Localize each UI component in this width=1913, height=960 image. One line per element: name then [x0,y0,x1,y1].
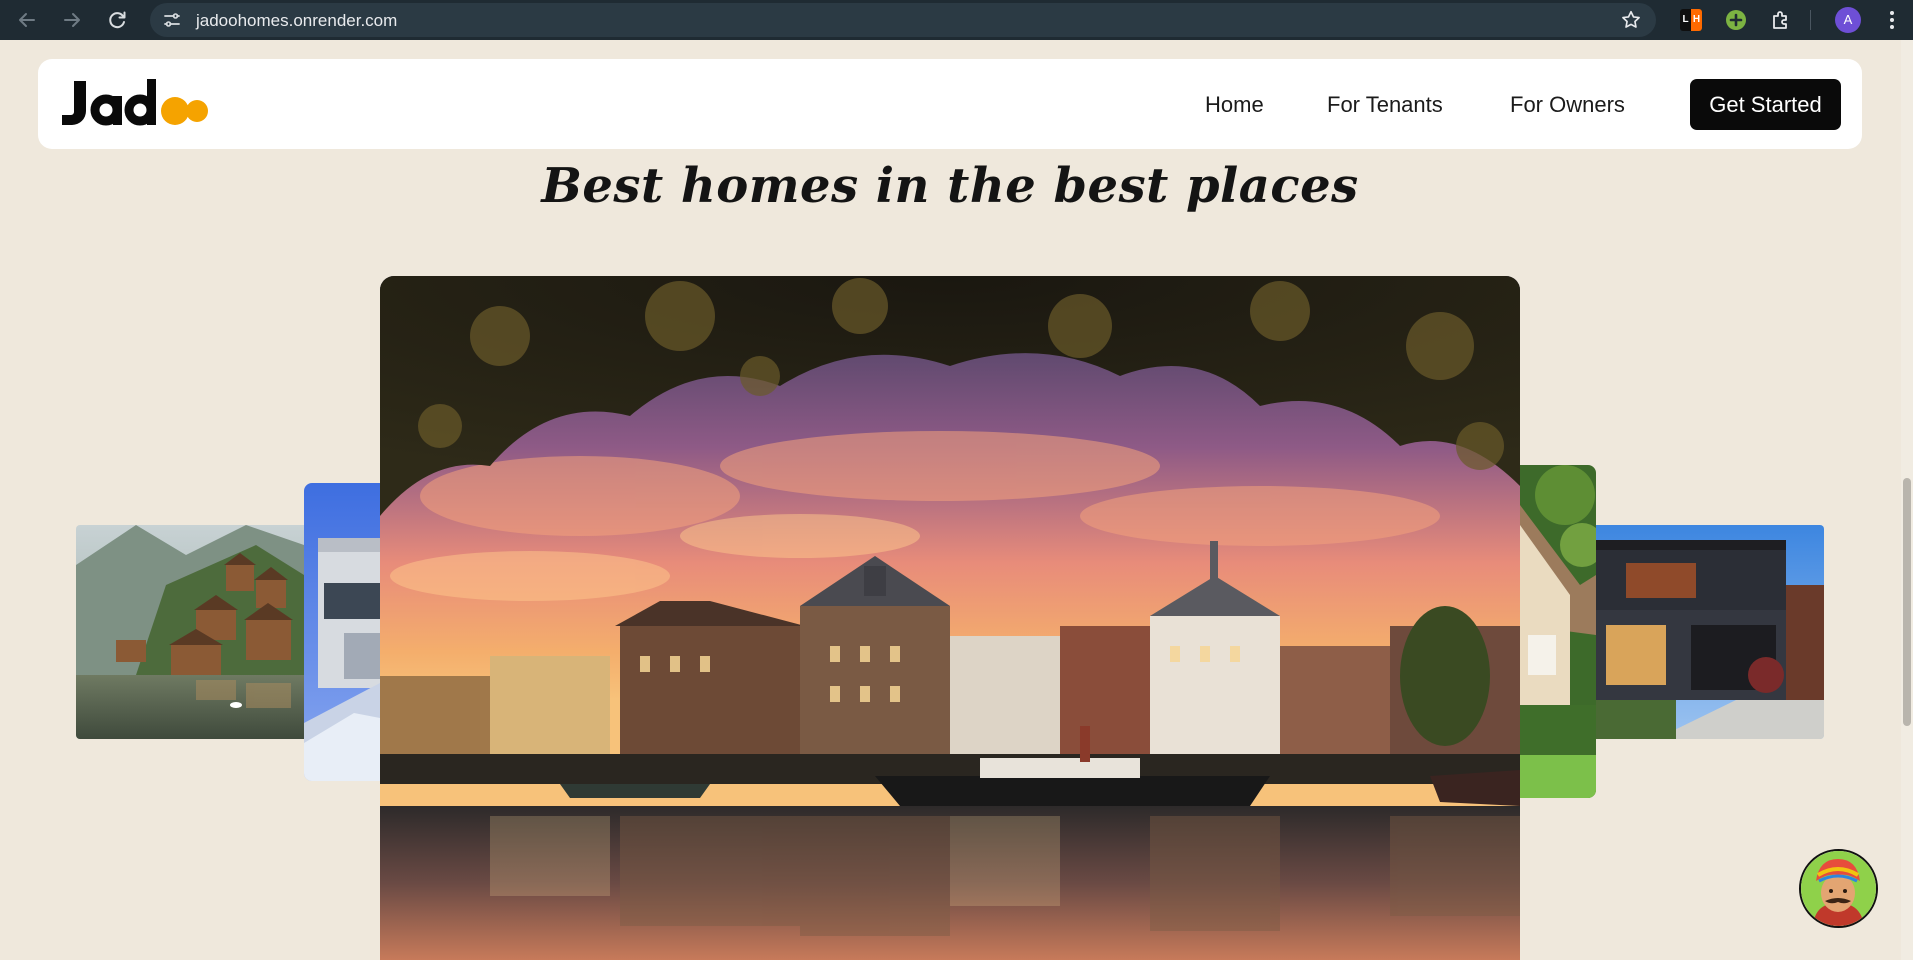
page-scrollbar[interactable] [1901,40,1913,960]
add-extension-icon[interactable] [1724,8,1748,32]
profile-avatar[interactable]: A [1835,7,1861,33]
arrow-left-icon[interactable] [15,8,39,32]
nav-for-owners[interactable]: For Owners [1510,92,1625,118]
url-text[interactable]: jadoohomes.onrender.com [196,11,397,31]
puzzle-piece-icon[interactable] [1769,8,1793,32]
arrow-right-icon[interactable] [60,8,84,32]
modern-blue-building-image[interactable] [304,483,380,781]
tune-icon[interactable] [162,10,182,30]
nav-home[interactable]: Home [1205,92,1264,118]
modern-house-garage-image[interactable] [1596,525,1824,739]
hero-headline: Best homes in the best places [541,158,1359,214]
green-garden-house-image[interactable] [1520,465,1596,798]
lighthouse-extension-icon[interactable]: L H [1680,9,1702,31]
turban-man-avatar-icon[interactable] [1799,849,1878,928]
star-icon[interactable] [1620,9,1642,31]
nav-for-tenants[interactable]: For Tenants [1327,92,1443,118]
site-header: Home For Tenants For Owners Get Started [38,59,1862,149]
jadoo-logo[interactable] [58,77,208,133]
browser-toolbar: jadoohomes.onrender.com L H A [0,0,1913,40]
address-bar[interactable]: jadoohomes.onrender.com [150,3,1656,37]
toolbar-divider [1810,10,1811,30]
kebab-menu-icon[interactable] [1880,8,1904,32]
get-started-button[interactable]: Get Started [1690,79,1841,130]
scrollbar-thumb[interactable] [1903,478,1911,726]
canal-town-sunset-image[interactable] [380,276,1520,960]
mountain-lake-village-image[interactable] [76,525,304,739]
reload-icon[interactable] [105,8,129,32]
